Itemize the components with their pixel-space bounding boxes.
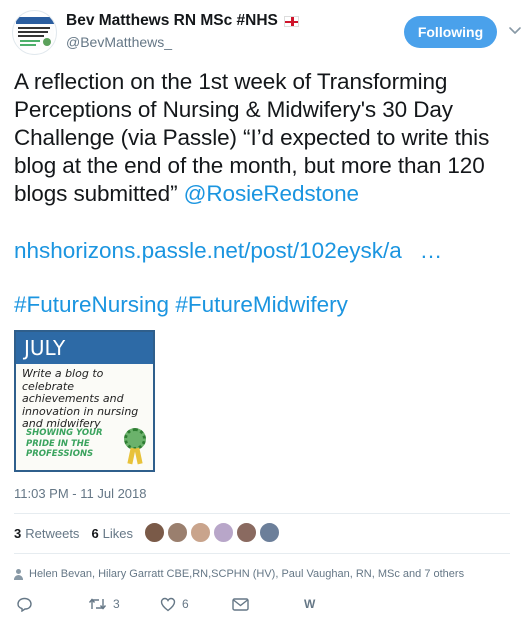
retweets-stat[interactable]: 3 Retweets [14, 526, 79, 541]
display-name-text[interactable]: Bev Matthews RN MSc #NHS [66, 12, 278, 30]
rosette-icon [124, 428, 146, 450]
liked-by-line[interactable]: Helen Bevan, Hilary Garratt CBE,RN,SCPHN… [14, 568, 464, 580]
media-blurb: Write a blog to celebrate achievements a… [22, 367, 139, 430]
media-banner: JULY [16, 332, 153, 364]
retweets-label: Retweets [25, 525, 80, 541]
tweet-url-text[interactable]: nhshorizons.passle.net/post/102eysk/a [14, 238, 402, 263]
mention-link[interactable]: @RosieRedstone [184, 181, 359, 206]
avatar-image [16, 17, 54, 49]
tweet-text: A reflection on the 1st week of Transfor… [14, 68, 510, 208]
liker-avatar[interactable] [213, 522, 234, 543]
divider [14, 553, 510, 554]
tweet-actions: 3 6 W [14, 594, 510, 616]
england-flag-icon [283, 15, 299, 27]
reply-button[interactable] [16, 594, 33, 614]
display-name[interactable]: Bev Matthews RN MSc #NHS [66, 12, 299, 30]
reply-icon [17, 597, 32, 612]
liker-avatar[interactable] [190, 522, 211, 543]
divider [14, 513, 510, 514]
avatar[interactable] [12, 10, 57, 55]
chevron-down-icon[interactable] [508, 23, 522, 37]
w-button[interactable]: W [304, 594, 315, 614]
likes-count: 6 [91, 525, 99, 541]
tweet-media-image[interactable]: JULY Write a blog to celebrate achieveme… [14, 330, 155, 472]
liker-avatar[interactable] [167, 522, 188, 543]
likes-stat[interactable]: 6 Likes [91, 526, 133, 541]
retweet-button[interactable]: 3 [88, 594, 120, 614]
url-ellipsis[interactable]: … [420, 238, 443, 263]
liker-avatar[interactable] [259, 522, 280, 543]
tweet-timestamp[interactable]: 11:03 PM - 11 Jul 2018 [14, 486, 147, 501]
like-button[interactable]: 6 [160, 594, 189, 614]
envelope-icon [232, 597, 249, 611]
name-block: Bev Matthews RN MSc #NHS @BevMatthews_ [66, 12, 299, 50]
retweets-count: 3 [14, 525, 22, 541]
retweet-count: 3 [113, 597, 120, 611]
tweet-header: Bev Matthews RN MSc #NHS @BevMatthews_ F… [12, 10, 521, 58]
direct-message-button[interactable] [232, 594, 249, 614]
hashtags[interactable]: #FutureNursing #FutureMidwifery [14, 292, 348, 318]
liker-avatar[interactable] [144, 522, 165, 543]
person-icon [14, 568, 23, 580]
liker-avatar[interactable] [236, 522, 257, 543]
user-handle[interactable]: @BevMatthews_ [66, 34, 299, 50]
tweet-stats: 3 Retweets 6 Likes [14, 515, 145, 551]
tweet-url[interactable]: nhshorizons.passle.net/post/102eysk/a … [14, 238, 442, 264]
following-button[interactable]: Following [404, 16, 497, 48]
like-count: 6 [182, 597, 189, 611]
liker-avatars [144, 522, 280, 543]
media-pride-text: SHOWING YOUR PRIDE IN THE PROFESSIONS [26, 428, 103, 459]
ribbon-right [134, 447, 143, 465]
w-label: W [304, 597, 316, 611]
heart-icon [160, 597, 176, 611]
liked-by-text: Helen Bevan, Hilary Garratt CBE,RN,SCPHN… [29, 568, 465, 580]
likes-label: Likes [102, 525, 134, 541]
retweet-icon [88, 598, 107, 610]
